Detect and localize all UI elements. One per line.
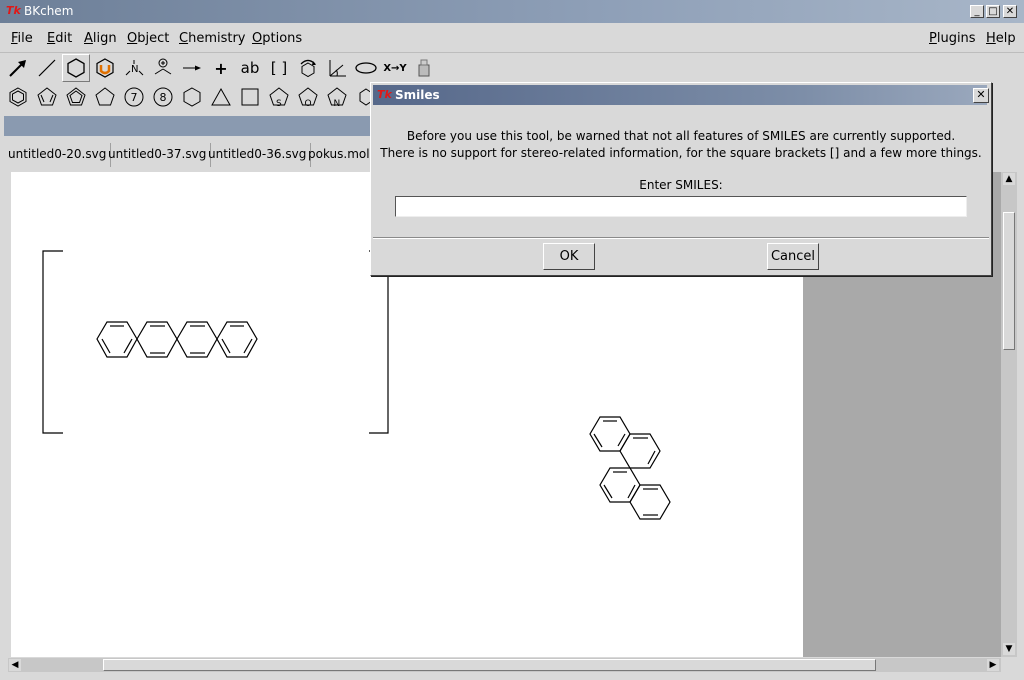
svg-text:N: N (334, 99, 341, 108)
scroll-right-icon[interactable]: ▶ (987, 659, 999, 671)
dialog-title-bar[interactable]: Tk Smiles ✕ (373, 85, 989, 105)
menu-help[interactable]: Help (986, 31, 1016, 46)
ok-button[interactable]: OK (543, 243, 595, 270)
cancel-button[interactable]: Cancel (767, 243, 819, 270)
tab-untitled0-20[interactable]: untitled0-20.svg (4, 143, 112, 167)
status-info-bar (4, 116, 379, 136)
svg-text:S: S (276, 99, 282, 108)
mark-tool[interactable]: X→Y (381, 54, 409, 82)
close-window-button[interactable]: ✕ (1003, 5, 1017, 18)
benzene-template[interactable] (4, 83, 32, 111)
scroll-left-icon[interactable]: ◀ (9, 659, 21, 671)
vector-ellipse-tool[interactable] (352, 54, 380, 82)
tab-untitled0-37[interactable]: untitled0-37.svg (104, 143, 212, 167)
misc-tool[interactable] (410, 54, 438, 82)
tetracene-molecule (96, 321, 258, 358)
smiles-dialog: Tk Smiles ✕ Before you use this tool, be… (370, 82, 992, 276)
square-template[interactable] (236, 83, 264, 111)
pyrrole-template[interactable]: N (323, 83, 351, 111)
svg-text:7: 7 (131, 91, 138, 104)
menu-align[interactable]: Align (84, 31, 117, 46)
svg-text:8: 8 (160, 91, 167, 104)
menu-edit[interactable]: Edit (47, 31, 72, 46)
template-toolbar: 7 8 S O N (4, 83, 380, 111)
dialog-title: Smiles (395, 88, 440, 102)
template-tool[interactable] (62, 54, 90, 82)
reaction-arrow-tool[interactable] (178, 54, 206, 82)
tk-logo-icon: Tk (377, 88, 392, 101)
menu-options[interactable]: Options (252, 31, 302, 46)
ring-7-template[interactable]: 7 (120, 83, 148, 111)
smiles-input[interactable] (395, 196, 967, 217)
window-title: BKchem (24, 4, 74, 18)
bond-align-tool[interactable] (323, 54, 351, 82)
tab-pokus-mol[interactable]: pokus.mol (304, 143, 374, 167)
tk-logo-icon: Tk (6, 4, 21, 17)
dialog-close-button[interactable]: ✕ (973, 88, 989, 103)
rotate-tool[interactable] (294, 54, 322, 82)
menu-file[interactable]: File (11, 31, 33, 46)
thiophene-template[interactable]: S (265, 83, 293, 111)
tab-untitled0-36[interactable]: untitled0-36.svg (204, 143, 312, 167)
scroll-up-icon[interactable]: ▲ (1003, 173, 1015, 185)
scroll-down-icon[interactable]: ▼ (1003, 643, 1015, 655)
dialog-separator (373, 237, 989, 239)
mode-toolbar: N + ab [ ] X→Y (4, 54, 464, 82)
bracket-tool[interactable]: [ ] (265, 54, 293, 82)
pentagon-template[interactable] (91, 83, 119, 111)
text-tool[interactable]: ab (236, 54, 264, 82)
edit-arrow-tool[interactable] (4, 54, 32, 82)
vertical-scroll-thumb[interactable] (1003, 212, 1015, 350)
furan-template[interactable]: O (294, 83, 322, 111)
minimize-button[interactable]: _ (970, 5, 984, 18)
maximize-button[interactable]: □ (986, 5, 1000, 18)
cyclopentadiene-template[interactable] (33, 83, 61, 111)
window-title-bar[interactable]: Tk BKchem _ □ ✕ (0, 0, 1024, 23)
user-template-tool[interactable]: N (120, 54, 148, 82)
warning-line-1: Before you use this tool, be warned that… (406, 129, 956, 143)
ring-8-template[interactable]: 8 (149, 83, 177, 111)
plus-tool[interactable]: + (207, 54, 235, 82)
horizontal-scroll-thumb[interactable] (103, 659, 876, 671)
cp-ring-template[interactable] (62, 83, 90, 111)
atom-tool[interactable] (149, 54, 177, 82)
warning-line-2: There is no support for stereo-related i… (380, 146, 982, 160)
menu-plugins[interactable]: Plugins (929, 31, 976, 46)
svg-text:N: N (131, 64, 138, 75)
svg-text:O: O (305, 99, 312, 108)
biotemplate-tool[interactable] (91, 54, 119, 82)
menu-bar: File Edit Align Object Chemistry Options… (0, 24, 1024, 53)
smiles-prompt-label: Enter SMILES: (639, 178, 723, 192)
hexagon-template[interactable] (178, 83, 206, 111)
menu-chemistry[interactable]: Chemistry (179, 31, 246, 46)
triangle-template[interactable] (207, 83, 235, 111)
chrysene-molecule (589, 416, 671, 520)
draw-line-tool[interactable] (33, 54, 61, 82)
menu-object[interactable]: Object (127, 31, 169, 46)
